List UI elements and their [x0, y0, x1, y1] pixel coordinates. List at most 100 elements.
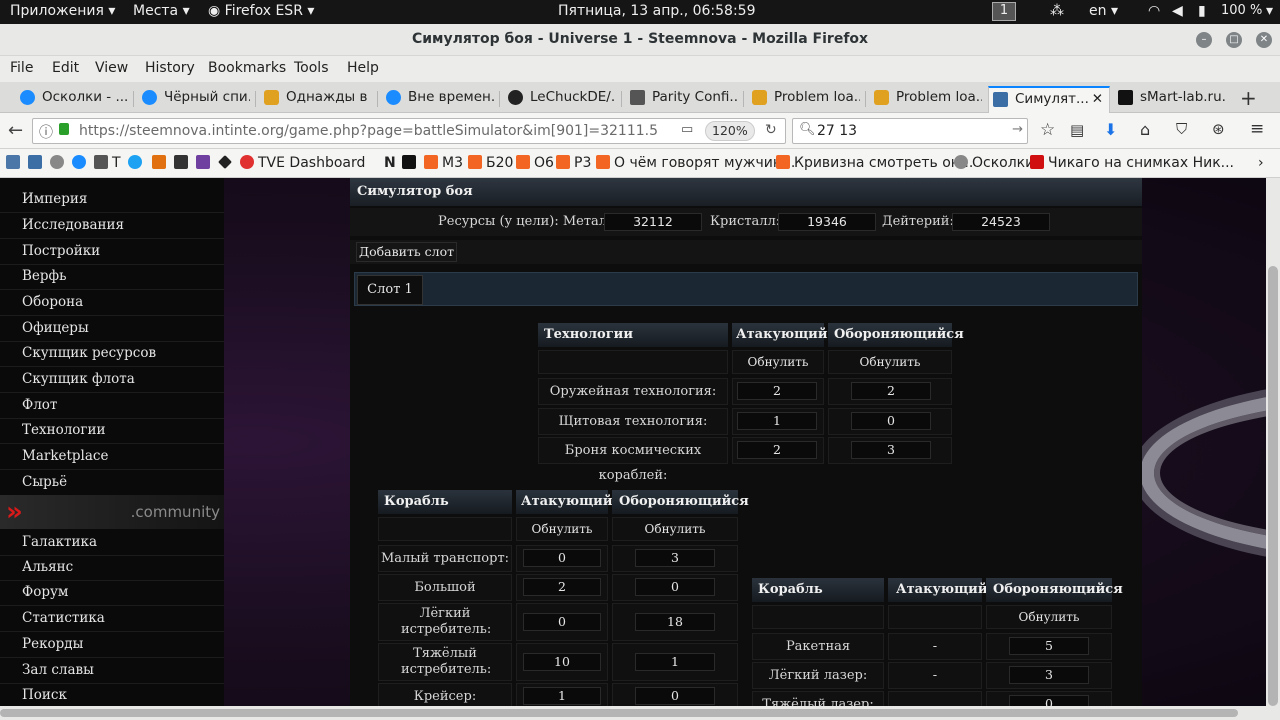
tech-armor-attacker-input[interactable]: 2 [737, 441, 817, 459]
bookmarks-overflow-icon[interactable]: › [1258, 155, 1264, 171]
reload-icon[interactable]: ↻ [765, 122, 777, 138]
hamburger-menu-icon[interactable]: ≡ [1250, 119, 1264, 139]
info-icon[interactable]: ⓘ [39, 122, 53, 142]
system-menu-icon[interactable]: ▾ [1266, 3, 1273, 19]
sidebar-item-defense[interactable]: Оборона [0, 290, 224, 316]
sidebar-item-empire[interactable]: Империя [0, 187, 224, 213]
places-menu[interactable]: Места ▾ [133, 3, 190, 19]
d-icon[interactable] [72, 155, 90, 171]
bookmark-r3[interactable]: Р3 [556, 155, 591, 171]
sidebar-item-technologies[interactable]: Технологии [0, 418, 224, 444]
close-window-button[interactable]: ✕ [1256, 32, 1272, 48]
language-menu[interactable]: en ▾ [1089, 3, 1118, 19]
tab-2[interactable]: Чёрный спи... [138, 86, 250, 113]
tech-weapons-attacker-input[interactable]: 2 [737, 382, 817, 400]
menu-tools[interactable]: Tools [294, 60, 329, 76]
tab-active-battle-simulator[interactable]: Симулят... ✕ [988, 86, 1110, 113]
bookmark-o6[interactable]: О6 [516, 155, 554, 171]
tab-3[interactable]: Однажды в ... [260, 86, 372, 113]
library-icon[interactable]: ▤ [1070, 121, 1084, 139]
lock-icon[interactable] [59, 123, 69, 135]
horizontal-scrollbar[interactable] [0, 706, 1280, 720]
sidebar-item-marketplace[interactable]: Marketplace [0, 444, 224, 470]
def-heavy-laser-defender-input[interactable]: 0 [1009, 695, 1089, 706]
ship-heavy-fighter-attacker-input[interactable]: 10 [523, 653, 601, 671]
maximize-button[interactable]: □ [1226, 32, 1242, 48]
tab-5[interactable]: LeChuckDE/... [504, 86, 616, 113]
menu-help[interactable]: Help [347, 60, 379, 76]
pickaxe-icon[interactable] [152, 155, 170, 171]
sidebar-item-hall-of-fame[interactable]: Зал славы [0, 658, 224, 684]
sidebar-item-shipyard[interactable]: Верфь [0, 264, 224, 290]
tech-weapons-defender-input[interactable]: 2 [851, 382, 931, 400]
bookmark-m3[interactable]: М3 [424, 155, 463, 171]
sync-icon[interactable]: ⊛ [1212, 120, 1225, 138]
menu-edit[interactable]: Edit [52, 60, 79, 76]
tab-10[interactable]: sMart-lab.ru... [1114, 86, 1226, 113]
ship-small-cargo-attacker-input[interactable]: 0 [523, 549, 601, 567]
back-button[interactable]: ← [8, 120, 23, 141]
sidebar-item-raw[interactable]: Сырьё [0, 470, 224, 496]
tech-shields-attacker-input[interactable]: 1 [737, 412, 817, 430]
crystal-input[interactable]: 19346 [778, 213, 876, 231]
bookmark-n-box[interactable] [402, 155, 420, 171]
vertical-scrollbar[interactable] [1266, 178, 1280, 706]
sidebar-item-officers[interactable]: Офицеры [0, 316, 224, 342]
ships-reset-defender-button[interactable]: Обнулить [613, 522, 737, 536]
ship-light-fighter-attacker-input[interactable]: 0 [523, 613, 601, 631]
bookmark-n[interactable]: N [384, 155, 396, 171]
bookmark-oskolki[interactable]: Осколки [954, 155, 1034, 171]
defense-reset-defender-button[interactable]: Обнулить [987, 610, 1111, 624]
ship-light-fighter-defender-input[interactable]: 18 [635, 613, 715, 631]
diamond-icon[interactable] [218, 155, 236, 171]
firefox-app-menu[interactable]: ◉ Firefox ESR ▾ [208, 3, 314, 19]
tab-8[interactable]: Problem loa... [870, 86, 982, 113]
close-tab-icon[interactable]: ✕ [1092, 88, 1103, 111]
pocket-icon[interactable]: ⛉ [1176, 120, 1187, 138]
bookmark-t[interactable]: T [94, 155, 121, 171]
ship-small-cargo-defender-input[interactable]: 3 [635, 549, 715, 567]
bookmark-b20[interactable]: Б20 [468, 155, 513, 171]
menu-bookmarks[interactable]: Bookmarks [208, 60, 286, 76]
search-go-icon[interactable]: → [1012, 122, 1023, 137]
menu-file[interactable]: File [10, 60, 33, 76]
sidebar-item-fleet[interactable]: Флот [0, 393, 224, 419]
tab-7[interactable]: Problem loa... [748, 86, 860, 113]
sidebar-item-fleet-trader[interactable]: Скупщик флота [0, 367, 224, 393]
bookmark-krivizna[interactable]: Кривизна смотреть он... [776, 155, 973, 171]
ship-heavy-fighter-defender-input[interactable]: 1 [635, 653, 715, 671]
tech-armor-defender-input[interactable]: 3 [851, 441, 931, 459]
sidebar-item-buildings[interactable]: Постройки [0, 239, 224, 265]
metal-input[interactable]: 32112 [604, 213, 702, 231]
minimize-button[interactable]: – [1196, 32, 1212, 48]
sidebar-item-galaxy[interactable]: Галактика [0, 530, 224, 556]
tab-6[interactable]: Parity Confi... [626, 86, 738, 113]
bookmark-tve-dashboard[interactable]: TVE Dashboard [240, 155, 365, 171]
tech-reset-attacker-button[interactable]: Обнулить [733, 355, 823, 369]
apps-icon[interactable]: ⁂ [1050, 3, 1064, 19]
ships-reset-attacker-button[interactable]: Обнулить [517, 522, 607, 536]
tab-4[interactable]: Вне времен... [382, 86, 494, 113]
tv-icon[interactable] [174, 155, 192, 171]
url-text[interactable]: https://steemnova.intinte.org/game.php?p… [79, 123, 659, 139]
new-tab-button[interactable]: + [1240, 86, 1257, 110]
bird-icon[interactable] [128, 155, 146, 171]
zoom-level[interactable]: 120% [705, 121, 755, 141]
search-bar[interactable]: 🔍︎ 27 13 → [792, 118, 1028, 144]
sidebar-item-statistics[interactable]: Статистика [0, 606, 224, 632]
vk-icon[interactable] [6, 155, 24, 171]
url-bar[interactable]: ⓘ https://steemnova.intinte.org/game.php… [32, 118, 786, 144]
sidebar-item-records[interactable]: Рекорды [0, 632, 224, 658]
sidebar-item-resource-trader[interactable]: Скупщик ресурсов [0, 341, 224, 367]
tab-slot-1[interactable]: Слот 1 [357, 275, 423, 305]
reader-view-icon[interactable]: ▭ [681, 122, 693, 137]
def-rocket-launcher-defender-input[interactable]: 5 [1009, 637, 1089, 655]
globe-icon[interactable] [50, 155, 68, 171]
sidebar-item-forum[interactable]: Форум [0, 580, 224, 606]
applications-menu[interactable]: Приложения ▾ [10, 3, 115, 19]
tech-shields-defender-input[interactable]: 0 [851, 412, 931, 430]
bookmark-star-icon[interactable]: ☆ [1040, 120, 1055, 140]
search-input[interactable]: 27 13 [817, 123, 857, 139]
ship-large-cargo-defender-input[interactable]: 0 [635, 578, 715, 596]
bookmark-chicago[interactable]: Чикаго на снимках Ник... [1030, 155, 1234, 171]
